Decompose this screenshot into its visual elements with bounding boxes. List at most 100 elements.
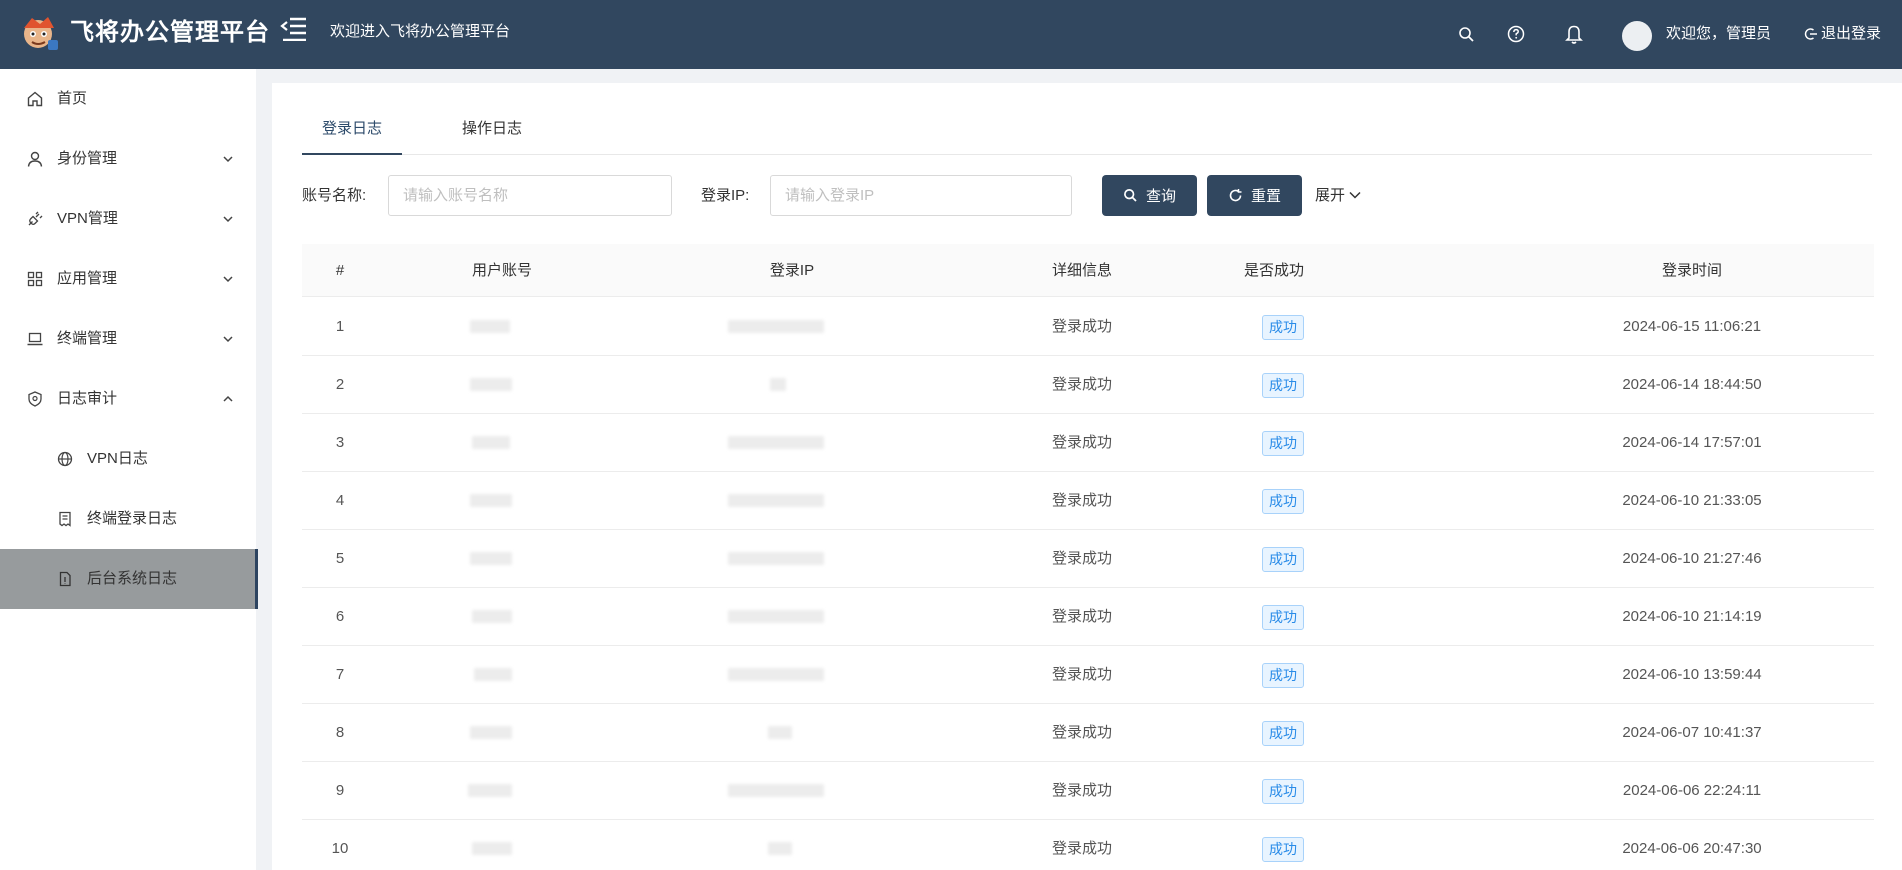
sidebar-item-apps[interactable]: 应用管理 xyxy=(0,249,256,309)
table-row: 7 登录成功 成功 2024-06-10 13:59:44 xyxy=(302,646,1874,704)
sidebar-item-vpn[interactable]: VPN管理 xyxy=(0,189,256,249)
sidebar-item-identity[interactable]: 身份管理 xyxy=(0,129,256,189)
redacted-account xyxy=(472,842,512,855)
status-badge: 成功 xyxy=(1262,431,1304,456)
tab-operation-log[interactable]: 操作日志 xyxy=(462,119,522,139)
reset-button[interactable]: 重置 xyxy=(1207,175,1302,216)
shield-icon xyxy=(28,391,42,407)
logo-icon xyxy=(24,17,58,50)
chevron-down-icon xyxy=(223,276,233,283)
logout-icon xyxy=(1804,28,1817,40)
menu-fold-icon[interactable] xyxy=(280,15,308,41)
column-header-success: 是否成功 xyxy=(1243,262,1304,279)
table-row: 9 登录成功 成功 2024-06-06 22:24:11 xyxy=(302,762,1874,820)
redacted-account xyxy=(468,784,512,797)
status-badge: 成功 xyxy=(1262,605,1304,630)
row-index: 3 xyxy=(335,434,345,451)
chevron-down-icon xyxy=(1349,191,1361,199)
search-icon[interactable] xyxy=(1455,22,1477,46)
redacted-account xyxy=(474,668,512,681)
sidebar-item-label: 后台系统日志 xyxy=(87,570,178,587)
chevron-down-icon xyxy=(223,216,233,223)
table-row: 10 登录成功 成功 2024-06-06 20:47:30 xyxy=(302,820,1874,870)
row-detail: 登录成功 xyxy=(1051,550,1112,567)
redacted-ip xyxy=(728,320,824,333)
row-index: 4 xyxy=(335,492,345,509)
row-index: 10 xyxy=(331,840,349,857)
tab-login-log[interactable]: 登录日志 xyxy=(322,119,382,139)
top-header: 飞将办公管理平台 欢迎进入飞将办公管理平台 欢迎您，管理员 退出登录 xyxy=(0,0,1902,69)
sidebar-item-label: 首页 xyxy=(57,90,88,107)
globe-icon xyxy=(57,451,73,467)
avatar[interactable] xyxy=(1622,21,1652,51)
row-login-time: 2024-06-07 10:41:37 xyxy=(1622,724,1762,741)
expand-toggle[interactable]: 展开 xyxy=(1315,186,1362,206)
redacted-ip xyxy=(768,842,792,855)
row-detail: 登录成功 xyxy=(1051,608,1112,625)
sidebar-item-label: 终端登录日志 xyxy=(87,510,178,527)
home-icon xyxy=(27,91,43,107)
status-badge: 成功 xyxy=(1262,663,1304,688)
redacted-account xyxy=(470,494,512,507)
row-detail: 登录成功 xyxy=(1051,376,1112,393)
table-row: 4 登录成功 成功 2024-06-10 21:33:05 xyxy=(302,472,1874,530)
chevron-down-icon xyxy=(223,336,233,343)
search-button[interactable]: 查询 xyxy=(1102,175,1197,216)
column-header-detail: 详细信息 xyxy=(1051,262,1112,279)
logout-label: 退出登录 xyxy=(1821,25,1882,42)
redacted-ip xyxy=(768,726,792,739)
chevron-up-icon xyxy=(223,395,233,402)
row-login-time: 2024-06-10 21:27:46 xyxy=(1622,550,1762,567)
column-header-index: # xyxy=(335,262,345,279)
row-login-time: 2024-06-14 18:44:50 xyxy=(1622,376,1762,393)
bell-icon[interactable] xyxy=(1563,22,1585,46)
row-detail: 登录成功 xyxy=(1051,840,1112,857)
row-detail: 登录成功 xyxy=(1051,666,1112,683)
ip-input[interactable] xyxy=(770,175,1072,216)
sidebar-divider xyxy=(256,69,258,870)
status-badge: 成功 xyxy=(1262,779,1304,804)
table-row: 8 登录成功 成功 2024-06-07 10:41:37 xyxy=(302,704,1874,762)
redacted-ip xyxy=(770,378,786,391)
plug-icon xyxy=(28,211,43,226)
account-input[interactable] xyxy=(388,175,672,216)
column-header-ip: 登录IP xyxy=(769,262,815,279)
status-badge: 成功 xyxy=(1262,721,1304,746)
sidebar-item-terminal[interactable]: 终端管理 xyxy=(0,309,256,369)
row-login-time: 2024-06-06 22:24:11 xyxy=(1622,782,1762,799)
redacted-ip xyxy=(728,552,824,565)
row-index: 9 xyxy=(335,782,345,799)
sidebar-item-backend-log[interactable]: 后台系统日志 xyxy=(0,549,258,609)
status-badge: 成功 xyxy=(1262,837,1304,862)
row-detail: 登录成功 xyxy=(1051,724,1112,741)
table-row: 3 登录成功 成功 2024-06-14 17:57:01 xyxy=(302,414,1874,472)
redacted-ip xyxy=(728,668,824,681)
table-header: # 用户账号 登录IP 详细信息 是否成功 登录时间 xyxy=(302,244,1874,297)
help-icon[interactable] xyxy=(1505,22,1527,46)
user-icon xyxy=(27,151,43,167)
sidebar-item-log-audit[interactable]: 日志审计 xyxy=(0,369,256,429)
chevron-down-icon xyxy=(223,156,233,163)
row-detail: 登录成功 xyxy=(1051,492,1112,509)
sidebar-item-label: 日志审计 xyxy=(57,390,118,407)
sidebar-item-vpn-log[interactable]: VPN日志 xyxy=(0,429,256,489)
reload-icon xyxy=(1229,189,1242,202)
sidebar-item-home[interactable]: 首页 xyxy=(0,69,256,129)
redacted-ip xyxy=(728,436,824,449)
redacted-account xyxy=(472,610,512,623)
row-detail: 登录成功 xyxy=(1051,434,1112,451)
row-login-time: 2024-06-10 21:14:19 xyxy=(1622,608,1762,625)
ip-label: 登录IP: xyxy=(701,187,750,204)
grid-icon xyxy=(27,271,43,287)
table-row: 6 登录成功 成功 2024-06-10 21:14:19 xyxy=(302,588,1874,646)
row-detail: 登录成功 xyxy=(1051,782,1112,799)
user-greeting: 欢迎您，管理员 xyxy=(1666,25,1772,42)
status-badge: 成功 xyxy=(1262,373,1304,398)
logout-button[interactable]: 退出登录 xyxy=(1804,24,1881,44)
row-login-time: 2024-06-14 17:57:01 xyxy=(1622,434,1762,451)
sidebar-item-label: 应用管理 xyxy=(57,270,118,287)
row-login-time: 2024-06-06 20:47:30 xyxy=(1622,840,1762,857)
file-icon xyxy=(59,571,71,587)
sidebar-item-terminal-login-log[interactable]: 终端登录日志 xyxy=(0,489,256,549)
table-row: 5 登录成功 成功 2024-06-10 21:27:46 xyxy=(302,530,1874,588)
